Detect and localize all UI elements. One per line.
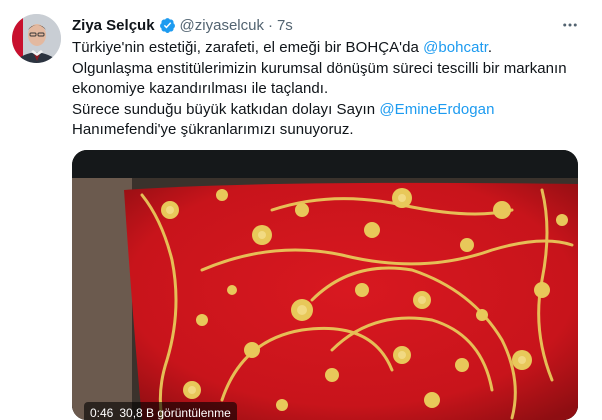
text-segment: Türkiye'nin estetiği, zarafeti, el emeği… — [72, 39, 424, 56]
video-frame-embroidery — [72, 150, 578, 420]
more-options-icon[interactable] — [556, 12, 584, 38]
tweet[interactable]: Ziya Selçuk @ziyaselcuk · 7s Türkiye'nin… — [0, 0, 602, 420]
verified-badge-icon — [159, 17, 176, 34]
separator-dot: · — [267, 16, 273, 34]
tweet-line-2: Olgunlaşma enstitülerimizin kurumsal dön… — [72, 59, 567, 77]
video-player[interactable]: 0:46 30,8 B görüntülenme — [72, 150, 578, 420]
avatar[interactable] — [12, 14, 61, 63]
author-name[interactable]: Ziya Selçuk — [72, 17, 155, 34]
text-segment: Sürece sunduğu büyük katkıdan dolayı Say… — [72, 100, 380, 118]
tweet-line-5: Hanımefendi'ye şükranlarımızı sunuyoruz. — [72, 121, 354, 138]
video-timestamp: 0:46 — [90, 406, 114, 420]
text-segment: . — [487, 39, 493, 56]
tweet-text: Türkiye'nin estetiği, zarafeti, el emeği… — [72, 38, 587, 141]
mention-link-emineerdogan[interactable]: @EmineErdogan — [379, 101, 494, 118]
tweet-line-3: ekonomiye kazandırılması ile taçlandı. — [72, 80, 329, 97]
tweet-header: Ziya Selçuk @ziyaselcuk · 7s — [72, 14, 293, 36]
author-handle[interactable]: @ziyaselcuk — [180, 17, 264, 34]
tweet-line-4: Sürece sunduğu büyük katkıdan dolayı Say… — [72, 100, 587, 121]
video-view-count: 30,8 B görüntülenme — [119, 406, 231, 420]
video-overlay: 0:46 30,8 B görüntülenme — [84, 402, 237, 420]
mention-link-bohcatr[interactable]: @bohcatr — [423, 39, 488, 56]
tweet-timestamp[interactable]: 7s — [277, 17, 293, 34]
tweet-line-1: Türkiye'nin estetiği, zarafeti, el emeği… — [72, 38, 587, 59]
